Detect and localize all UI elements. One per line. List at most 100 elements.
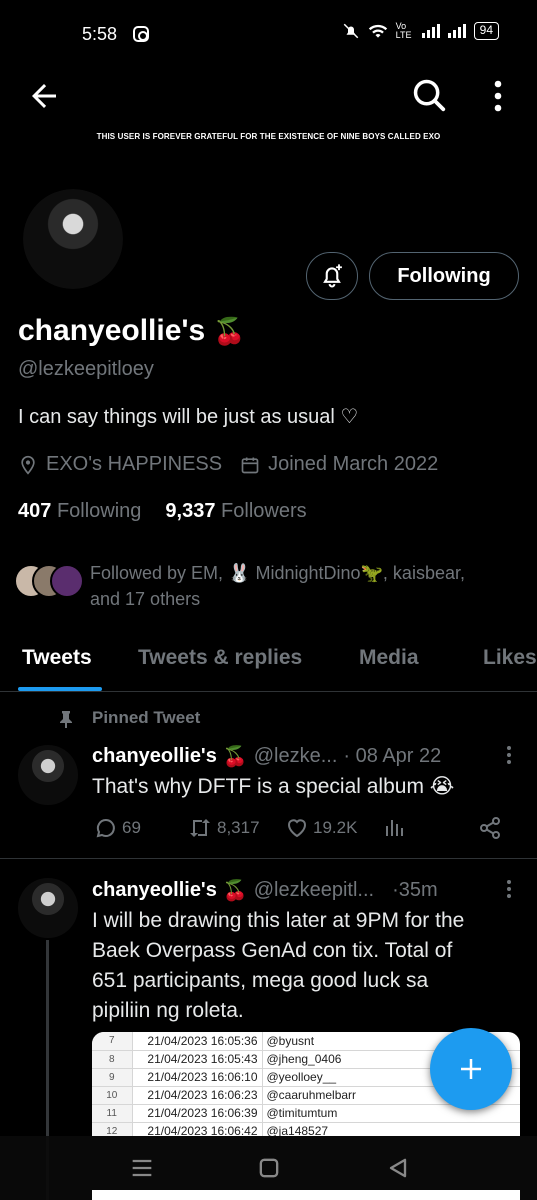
volte-label: Vo LTE xyxy=(395,21,412,40)
more-vertical-icon[interactable] xyxy=(486,78,510,114)
notification-bell-button[interactable] xyxy=(306,252,358,300)
following-label: Following xyxy=(56,500,142,522)
followed-by[interactable]: Followed by EM, 🐰 MidnightDino🦖, kaisbea… xyxy=(14,560,524,610)
reply-count: 69 xyxy=(122,818,141,837)
tweet-actions: 69 8,317 19.2K xyxy=(92,816,512,844)
back-arrow-icon[interactable] xyxy=(26,78,62,114)
profile-tabs: Tweets Tweets & replies Media Likes xyxy=(0,636,537,692)
display-name-text: chanyeollie's xyxy=(18,314,206,347)
tweet-timestamp: ·35m xyxy=(392,879,438,901)
tab-likes[interactable]: Likes xyxy=(483,646,537,670)
row-number: 10 xyxy=(92,1086,133,1105)
tweet-more-icon[interactable] xyxy=(502,878,516,900)
tweet-more-icon[interactable] xyxy=(502,744,516,766)
tweet-header: chanyeollie's 🍒 @lezke... · 08 Apr 22 xyxy=(92,744,441,769)
row-number: 9 xyxy=(92,1068,133,1087)
tab-media[interactable]: Media xyxy=(359,646,419,670)
followed-by-text: Followed by EM, 🐰 MidnightDino🦖, kaisbea… xyxy=(90,560,465,612)
followed-by-line2: and 17 others xyxy=(90,589,201,609)
reply-button[interactable]: 69 xyxy=(94,816,141,840)
tweet-image-attachment-edge xyxy=(92,1190,520,1200)
row-user: @ja148527 xyxy=(262,1122,520,1136)
share-button[interactable] xyxy=(478,816,502,840)
tweet-text: I will be drawing this later at 9PM for … xyxy=(92,906,464,1026)
row-date: 21/04/2023 16:05:43 xyxy=(132,1050,263,1069)
calendar-icon xyxy=(241,457,259,473)
profile-bio: I can say things will be just as usual ♡ xyxy=(18,406,359,428)
tweet-text: That's why DFTF is a special album 😭 xyxy=(92,775,455,798)
profile-joined: Joined March 2022 xyxy=(268,453,439,475)
tab-tweets-replies[interactable]: Tweets & replies xyxy=(138,646,302,670)
signal-icon xyxy=(421,24,440,38)
recent-apps-icon[interactable] xyxy=(128,1154,156,1182)
row-date: 21/04/2023 16:06:42 xyxy=(132,1122,263,1136)
signal-icon-2 xyxy=(447,24,466,38)
mute-bell-icon xyxy=(343,23,358,39)
row-number: 8 xyxy=(92,1050,133,1069)
plus-icon xyxy=(461,1059,481,1079)
tweet-text-line: Baek Overpass GenAd con tix. Total of xyxy=(92,939,453,962)
profile-topbar xyxy=(0,76,537,120)
tweet-avatar[interactable] xyxy=(18,745,78,805)
like-button[interactable]: 19.2K xyxy=(285,816,357,840)
profile-display-name: chanyeollie's 🍒 xyxy=(18,314,246,348)
status-indicators: Vo LTE 94 xyxy=(342,22,499,40)
back-nav-icon[interactable] xyxy=(384,1154,412,1182)
cherry-emoji: 🍒 xyxy=(213,315,246,346)
following-count-link[interactable]: 407 Following xyxy=(18,500,141,523)
tweet-text-line: I will be drawing this later at 9PM for … xyxy=(92,909,465,932)
compose-tweet-button[interactable] xyxy=(430,1028,512,1110)
header-banner-text: THIS USER IS FOREVER GRATEFUL FOR THE EX… xyxy=(96,132,441,141)
followers-count: 9,337 xyxy=(165,500,216,522)
row-date: 21/04/2023 16:05:36 xyxy=(132,1032,263,1051)
tweet-text-line: 651 participants, mega good luck sa xyxy=(92,969,429,992)
battery-indicator: 94 xyxy=(473,22,499,40)
tab-tweets[interactable]: Tweets xyxy=(22,646,92,670)
follow-counts: 407 Following 9,337 Followers xyxy=(18,500,307,523)
reply-icon xyxy=(96,818,115,838)
tweet-header: chanyeollie's 🍒 @lezkeepitl... ·35m xyxy=(92,878,438,903)
row-date: 21/04/2023 16:06:39 xyxy=(132,1104,263,1123)
share-icon xyxy=(480,817,500,839)
home-icon[interactable] xyxy=(255,1154,283,1182)
following-button[interactable]: Following xyxy=(369,252,519,300)
followers-count-link[interactable]: 9,337 Followers xyxy=(165,500,306,523)
pin-icon xyxy=(60,711,72,728)
profile-avatar[interactable] xyxy=(20,186,126,292)
status-time: 5:58 xyxy=(82,24,118,44)
analytics-icon xyxy=(386,820,403,836)
followers-label: Followers xyxy=(221,500,307,522)
profile-location: EXO's HAPPINESS xyxy=(46,453,223,475)
tweet-divider xyxy=(0,858,537,859)
row-number: 12 xyxy=(92,1122,133,1136)
row-number: 7 xyxy=(92,1032,133,1051)
tweet-text-line: pipiliin ng roleta. xyxy=(92,999,244,1022)
status-bar: 5:58 Vo LTE 94 xyxy=(0,0,537,70)
instagram-notification-icon xyxy=(133,26,149,42)
analytics-button[interactable] xyxy=(384,816,406,838)
tweet-author-handle: @lezke... xyxy=(253,745,338,767)
location-pin-icon xyxy=(21,455,35,475)
cherry-emoji: 🍒 xyxy=(222,880,248,902)
table-row: 12 21/04/2023 16:06:42 @ja148527 xyxy=(92,1122,520,1136)
followed-by-avatars xyxy=(14,564,84,598)
row-number: 11 xyxy=(92,1104,133,1123)
row-date: 21/04/2023 16:06:23 xyxy=(132,1086,263,1105)
tweet-author-handle: @lezkeepitl... xyxy=(253,879,375,901)
follower-avatar xyxy=(50,564,84,598)
followed-by-line1: Followed by EM, 🐰 MidnightDino🦖, kaisbea… xyxy=(90,563,465,583)
bell-plus-icon xyxy=(323,264,342,288)
retweet-icon xyxy=(190,819,210,837)
like-count: 19.2K xyxy=(313,818,358,837)
tweet-avatar[interactable] xyxy=(18,878,78,938)
tweet-timestamp: · 08 Apr 22 xyxy=(343,745,442,767)
pinned-tweet-label: Pinned Tweet xyxy=(92,708,201,727)
tweet-author-name[interactable]: chanyeollie's xyxy=(92,879,217,902)
heart-icon xyxy=(288,819,306,838)
search-icon[interactable] xyxy=(410,76,448,114)
tweet-author-name[interactable]: chanyeollie's xyxy=(92,745,217,768)
retweet-button[interactable]: 8,317 xyxy=(187,816,260,840)
row-date: 21/04/2023 16:06:10 xyxy=(132,1068,263,1087)
profile-meta: EXO's HAPPINESS Joined March 2022 xyxy=(18,453,438,476)
profile-handle: @lezkeepitloey xyxy=(18,358,154,380)
